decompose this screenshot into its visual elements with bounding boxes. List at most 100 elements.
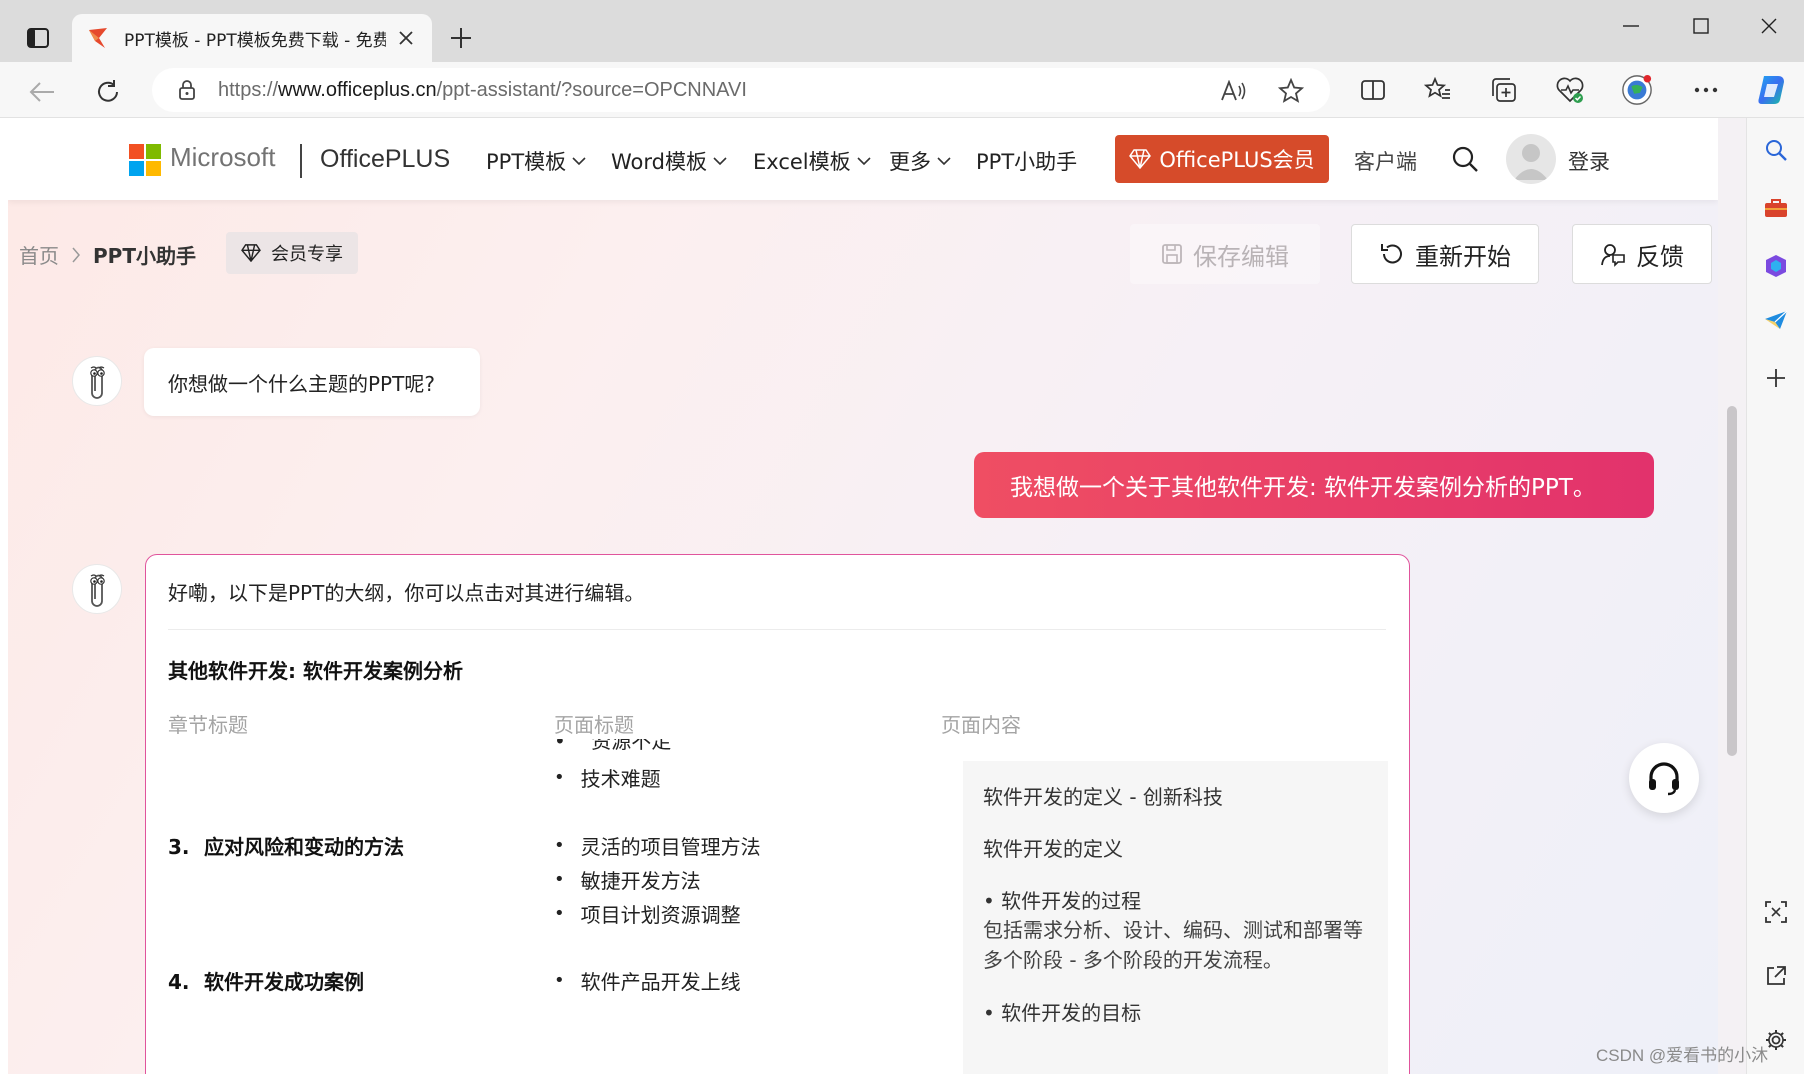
sidebar-tools-button[interactable]: [1760, 192, 1792, 224]
section-3-title[interactable]: 3. 应对风险和变动的方法: [168, 831, 404, 860]
maximize-icon: [1693, 18, 1709, 34]
list-item[interactable]: 技术难题: [554, 763, 661, 792]
tab-bar: PPT模板 - PPT模板免费下载 - 免费: [0, 0, 1804, 62]
toolbox-icon: [1765, 199, 1787, 217]
site-header: Microsoft OfficePLUS PPT模板 Word模板 Excel模…: [8, 118, 1718, 200]
sidebar-outlook-button[interactable]: [1760, 304, 1792, 336]
favorite-button[interactable]: [1278, 78, 1304, 104]
screenshot-icon: [1765, 901, 1787, 923]
restart-label: 重新开始: [1415, 242, 1511, 271]
column-header-page-content: 页面内容: [941, 713, 1021, 737]
browser-tab[interactable]: PPT模板 - PPT模板免费下载 - 免费: [72, 14, 432, 62]
content-heading: 软件开发的定义 - 创新科技: [983, 785, 1223, 809]
restart-button[interactable]: 重新开始: [1351, 224, 1539, 284]
external-link-icon: [1767, 966, 1786, 985]
copilot-button[interactable]: [1752, 70, 1792, 110]
diamond-icon: [241, 244, 261, 262]
copilot-icon: [1758, 76, 1784, 104]
maximize-button[interactable]: [1676, 8, 1726, 44]
nav-ppt-templates[interactable]: PPT模板: [486, 146, 586, 176]
back-button[interactable]: [22, 72, 62, 112]
sidebar-search-button[interactable]: [1760, 134, 1792, 166]
close-icon: [1761, 18, 1777, 34]
nav-word-templates[interactable]: Word模板: [611, 146, 727, 176]
feedback-label: 反馈: [1636, 242, 1684, 271]
paperclip-assistant-icon: [90, 574, 105, 607]
list-item[interactable]: 项目计划资源调整: [554, 899, 741, 928]
outline-title[interactable]: 其他软件开发: 软件开发案例分析: [168, 655, 463, 684]
new-tab-button[interactable]: [443, 20, 479, 56]
list-item[interactable]: 软件产品开发上线: [554, 966, 741, 995]
feedback-button[interactable]: 反馈: [1572, 224, 1712, 284]
list-item[interactable]: 灵活的项目管理方法: [554, 831, 761, 860]
page-scrollbar[interactable]: [1718, 118, 1746, 1074]
user-message-text: 我想做一个关于其他软件开发: 软件开发案例分析的PPT。: [1010, 475, 1596, 501]
feedback-icon: [1601, 244, 1625, 267]
close-window-button[interactable]: [1744, 8, 1794, 44]
favorites-button[interactable]: [1422, 74, 1454, 106]
officeplus-favicon-icon: [89, 28, 107, 48]
chevron-down-icon: [937, 157, 951, 166]
login-link[interactable]: 登录: [1568, 146, 1610, 176]
save-edit-button[interactable]: 保存编辑: [1130, 224, 1320, 284]
outline-card: 好嘞，以下是PPT的大纲，你可以点击对其进行编辑。 其他软件开发: 软件开发案例…: [145, 554, 1410, 1074]
member-exclusive-badge: 会员专享: [226, 232, 358, 274]
heart-pulse-icon: [1556, 77, 1584, 103]
column-header-page-title: 页面标题: [554, 713, 634, 737]
user-icon: [1514, 144, 1548, 180]
collections-icon: [1492, 78, 1516, 102]
breadcrumb-home[interactable]: 首页: [19, 240, 59, 269]
nav-more[interactable]: 更多: [889, 146, 951, 176]
member-tag-label: 会员专享: [271, 244, 343, 265]
headset-icon: [1649, 762, 1679, 796]
avatar[interactable]: [1506, 134, 1556, 184]
brand-divider: [300, 144, 302, 178]
refresh-button[interactable]: [88, 72, 128, 112]
more-menu-button[interactable]: [1690, 74, 1722, 106]
list-item-cut: • 资源不足: [554, 739, 672, 753]
browser-essentials-button[interactable]: [1554, 74, 1586, 106]
collections-button[interactable]: [1488, 74, 1520, 106]
user-message-bubble: 我想做一个关于其他软件开发: 软件开发案例分析的PPT。: [974, 452, 1654, 518]
minimize-button[interactable]: [1606, 8, 1656, 44]
sidebar-screenshot-button[interactable]: [1760, 896, 1792, 928]
brand-officeplus[interactable]: OfficePLUS: [320, 145, 450, 174]
nav-excel-templates[interactable]: Excel模板: [753, 146, 871, 176]
tab-actions-button[interactable]: [18, 18, 58, 58]
nav-label: PPT小助手: [976, 150, 1078, 174]
more-dots-icon: [1694, 87, 1718, 93]
diamond-icon: [1129, 149, 1152, 169]
section-4-title[interactable]: 4. 软件开发成功案例: [168, 966, 364, 995]
customer-support-button[interactable]: [1629, 743, 1699, 813]
client-download-link[interactable]: 客户端: [1354, 146, 1417, 176]
sidebar-add-button[interactable]: [1760, 362, 1792, 394]
list-item-label: 敏捷开发方法: [580, 869, 701, 893]
assistant-avatar: [72, 564, 122, 614]
section-number: 4.: [168, 970, 190, 994]
nav-label: 更多: [889, 150, 931, 174]
brand-microsoft[interactable]: Microsoft: [170, 142, 275, 173]
split-screen-button[interactable]: [1357, 74, 1389, 106]
extension-button[interactable]: [1621, 74, 1653, 106]
paper-plane-icon: [1765, 310, 1788, 329]
list-item[interactable]: 敏捷开发方法: [554, 865, 701, 894]
section-number: 3.: [168, 835, 190, 859]
page-content-panel[interactable]: 软件开发的定义 - 创新科技 软件开发的定义 • 软件开发的过程 包括需求分析、…: [963, 761, 1388, 1074]
section-label: 软件开发成功案例: [204, 970, 364, 994]
list-item-label: 技术难题: [580, 767, 661, 791]
officeplus-vip-button[interactable]: OfficePLUS会员: [1115, 135, 1329, 183]
site-search-button[interactable]: [1448, 142, 1482, 176]
address-bar[interactable]: https://www.officeplus.cn/ppt-assistant/…: [152, 68, 1330, 112]
assistant-question-text: 你想做一个什么主题的PPT呢?: [168, 371, 435, 396]
divider: [168, 629, 1386, 630]
close-icon: [399, 31, 413, 45]
read-aloud-button[interactable]: [1220, 78, 1246, 104]
sidebar-office-button[interactable]: [1760, 250, 1792, 282]
scrollbar-thumb[interactable]: [1727, 406, 1737, 756]
sidebar-open-window-button[interactable]: [1760, 960, 1792, 992]
tab-close-button[interactable]: [394, 26, 418, 50]
list-item-label: 软件产品开发上线: [580, 970, 741, 994]
chevron-down-icon: [713, 157, 727, 166]
search-icon: [1452, 146, 1478, 172]
nav-ppt-assistant[interactable]: PPT小助手: [976, 146, 1077, 176]
